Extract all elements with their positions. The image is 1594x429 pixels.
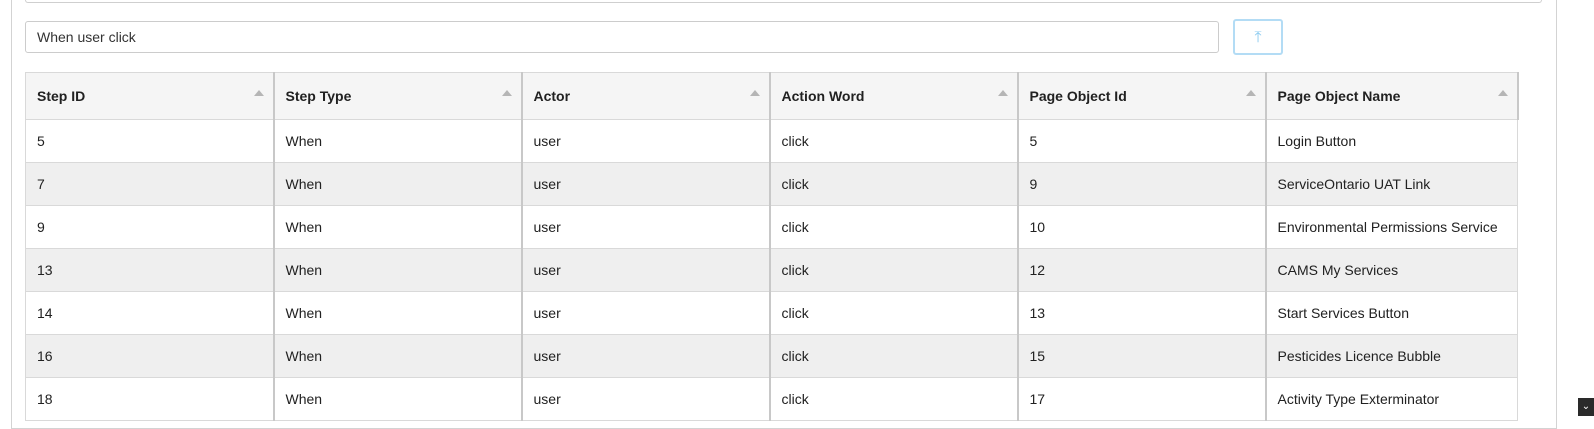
cell-action-word: click	[769, 205, 1019, 249]
cell-action-word: click	[769, 291, 1019, 335]
cell-step-type: When	[273, 205, 523, 249]
table-row[interactable]: 5 When user click 5 Login Button	[25, 119, 1518, 163]
cell-page-object-id: 12	[1017, 248, 1267, 292]
column-header-label: Action Word	[781, 88, 865, 104]
column-header-page-object-id[interactable]: Page Object Id	[1017, 72, 1267, 120]
cell-page-object-id: 17	[1017, 377, 1267, 421]
cell-step-id: 14	[25, 291, 275, 335]
cell-page-object-name: Activity Type Exterminator	[1265, 377, 1518, 421]
column-header-label: Step ID	[37, 88, 86, 104]
cell-page-object-id: 15	[1017, 334, 1267, 378]
sort-icon[interactable]	[501, 90, 512, 96]
upload-button[interactable]: ⤒	[1233, 19, 1283, 55]
table-row[interactable]: 13 When user click 12 CAMS My Services	[25, 248, 1518, 292]
cell-actor: user	[521, 334, 771, 378]
cell-action-word: click	[769, 248, 1019, 292]
column-header-label: Step Type	[285, 88, 352, 104]
cell-page-object-name: Pesticides Licence Bubble	[1265, 334, 1518, 378]
cell-action-word: click	[769, 377, 1019, 421]
search-input[interactable]	[25, 21, 1219, 53]
column-header-step-type[interactable]: Step Type	[273, 72, 523, 120]
cell-step-type: When	[273, 162, 523, 206]
upload-arrow-icon: ⤒	[1254, 27, 1262, 46]
column-header-step-id[interactable]: Step ID	[25, 72, 275, 120]
table-header-row: Step ID Step Type Actor Action Word Page…	[25, 72, 1519, 120]
column-header-page-object-name[interactable]: Page Object Name	[1265, 72, 1519, 120]
cell-step-type: When	[273, 377, 523, 421]
column-header-actor[interactable]: Actor	[521, 72, 771, 120]
cell-step-id: 5	[25, 119, 275, 163]
cell-actor: user	[521, 205, 771, 249]
cell-actor: user	[521, 291, 771, 335]
cell-page-object-name: Login Button	[1265, 119, 1518, 163]
cell-page-object-name: Start Services Button	[1265, 291, 1518, 335]
sort-icon[interactable]	[1245, 90, 1256, 96]
steps-table: Step ID Step Type Actor Action Word Page…	[25, 72, 1519, 421]
sort-icon[interactable]	[997, 90, 1008, 96]
cell-page-object-id: 5	[1017, 119, 1267, 163]
table-row[interactable]: 16 When user click 15 Pesticides Licence…	[25, 334, 1518, 378]
cell-actor: user	[521, 377, 771, 421]
cell-page-object-name: Environmental Permissions Service	[1265, 205, 1518, 249]
cell-page-object-id: 9	[1017, 162, 1267, 206]
cell-step-type: When	[273, 248, 523, 292]
cell-step-id: 13	[25, 248, 275, 292]
cell-action-word: click	[769, 119, 1019, 163]
cell-page-object-id: 10	[1017, 205, 1267, 249]
cell-actor: user	[521, 119, 771, 163]
cell-page-object-id: 13	[1017, 291, 1267, 335]
cell-step-type: When	[273, 291, 523, 335]
table-row[interactable]: 14 When user click 13 Start Services But…	[25, 291, 1518, 335]
cell-action-word: click	[769, 334, 1019, 378]
scrollbar-track[interactable]	[1578, 0, 1594, 398]
cell-step-id: 9	[25, 205, 275, 249]
column-header-label: Page Object Id	[1029, 88, 1127, 104]
cell-page-object-name: ServiceOntario UAT Link	[1265, 162, 1518, 206]
table-row[interactable]: 18 When user click 17 Activity Type Exte…	[25, 377, 1518, 421]
table-row[interactable]: 7 When user click 9 ServiceOntario UAT L…	[25, 162, 1518, 206]
column-header-action-word[interactable]: Action Word	[769, 72, 1019, 120]
chevron-down-icon: ⌄	[1581, 401, 1591, 412]
table-row[interactable]: 9 When user click 10 Environmental Permi…	[25, 205, 1518, 249]
cell-actor: user	[521, 248, 771, 292]
sort-icon[interactable]	[749, 90, 760, 96]
cell-step-type: When	[273, 119, 523, 163]
cell-step-id: 7	[25, 162, 275, 206]
cell-step-id: 16	[25, 334, 275, 378]
cell-action-word: click	[769, 162, 1019, 206]
sort-icon[interactable]	[253, 90, 264, 96]
cell-step-id: 18	[25, 377, 275, 421]
column-header-label: Actor	[533, 88, 571, 104]
cell-actor: user	[521, 162, 771, 206]
collapsed-panel-edge	[25, 0, 1542, 3]
cell-step-type: When	[273, 334, 523, 378]
scroll-down-button[interactable]: ⌄	[1578, 398, 1594, 416]
column-header-label: Page Object Name	[1277, 88, 1401, 104]
sort-icon[interactable]	[1497, 90, 1508, 96]
cell-page-object-name: CAMS My Services	[1265, 248, 1518, 292]
